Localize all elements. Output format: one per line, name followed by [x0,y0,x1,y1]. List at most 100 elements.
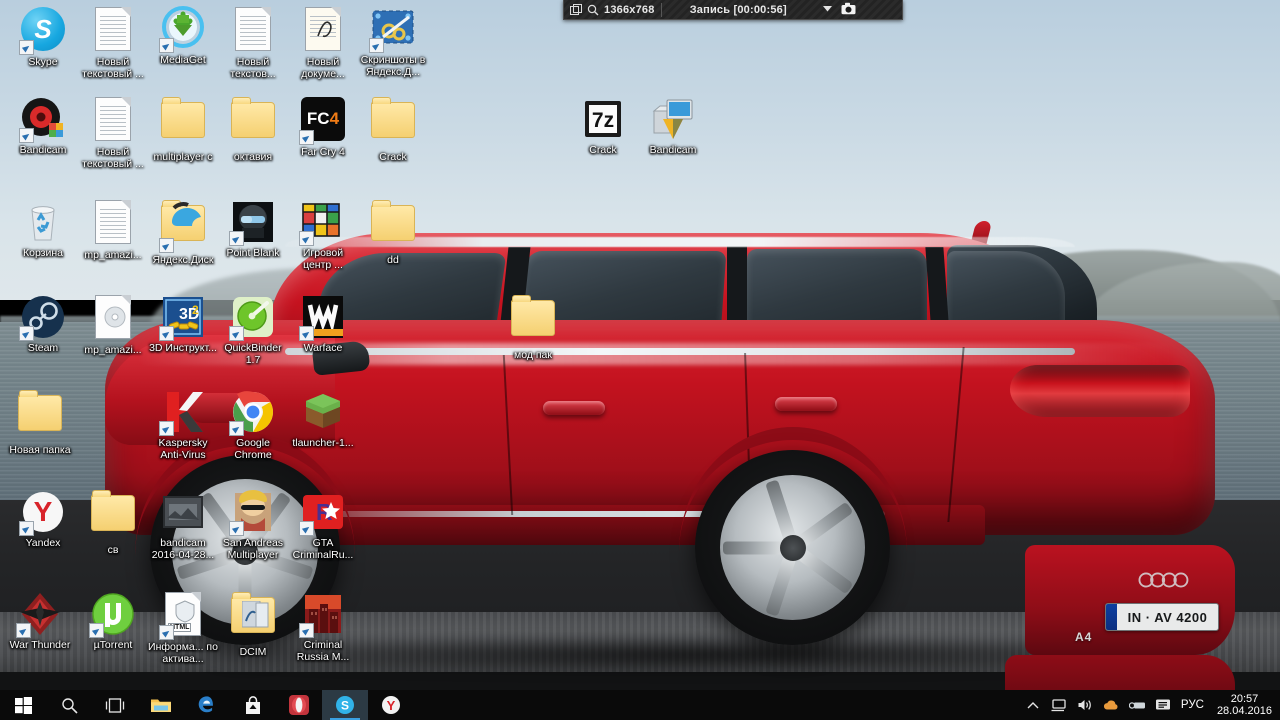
car-rim-rear [720,475,865,620]
clock-date: 28.04.2016 [1216,705,1272,717]
taskbar-edge-button[interactable] [184,690,230,720]
desktop-icon-steam[interactable]: Steam [8,293,78,355]
shortcut-overlay-icon [299,521,314,536]
desktop-icon-folder[interactable]: октавия [218,95,288,164]
folder-icon [229,97,277,150]
desktop-icon-label: Игровой центр ... [302,247,344,271]
desktop-icon-word-document[interactable]: Новый докуме... [288,5,358,80]
file-explorer-icon [151,699,171,712]
desktop-icon-7zip[interactable]: 7z Crack [568,95,638,157]
pause-record-icon[interactable] [861,2,876,17]
video-thumbnail-icon [159,488,207,536]
desktop-icon-text-document[interactable]: mp_amazi... [78,198,148,262]
desktop-icon-label: MediaGet [160,54,206,66]
desktop-icon-html-document[interactable]: HTML Информа... по актива... [148,590,218,665]
desktop-icon-media-document[interactable]: mp_amazi... [78,293,148,357]
car-license-plate: IN · AV 4200 [1105,603,1219,631]
record-icon[interactable] [881,2,896,17]
yandex-disk-tray-icon[interactable] [1103,697,1120,714]
chevron-down-icon[interactable] [821,2,836,17]
kaspersky-icon [159,388,207,436]
magnifier-icon[interactable] [587,4,599,16]
desktop-icon-folder[interactable]: Новая папка [5,388,75,457]
usb-device-icon[interactable] [1128,697,1146,714]
folder-icon [89,490,137,543]
desktop-icon-quickbinder[interactable]: QuickBinder 1.7 [218,293,288,366]
recycle-bin-icon [19,198,67,246]
recorder-controls-seg[interactable] [815,0,902,19]
desktop-icon-utorrent[interactable]: µTorrent [78,590,148,652]
network-icon[interactable] [1051,697,1068,714]
shortcut-overlay-icon [299,326,314,341]
taskbar-file-explorer-button[interactable] [138,690,184,720]
recorder-resolution: 1366x768 [604,3,655,16]
shortcut-overlay-icon [19,521,34,536]
desktop-icon-war-thunder[interactable]: War Thunder [5,590,75,652]
car-door-handle-rear [775,397,837,411]
desktop-icon-point-blank[interactable]: Point Blank [218,198,288,260]
taskbar-yandex-button[interactable]: Y [368,690,414,720]
desktop-icon-label: Yandex [25,537,61,549]
desktop-icon-rockstar[interactable]: R GTA CriminalRu... [288,488,358,561]
taskbar-store-button[interactable] [230,690,276,720]
shortcut-overlay-icon [229,421,244,436]
camera-icon[interactable] [841,2,856,17]
desktop-icon-yandex-disk[interactable]: Яндекс.Диск [148,198,218,267]
desktop-icon-video-thumbnail[interactable]: bandicam 2016-04-28... [148,488,218,561]
clock[interactable]: 20:57 28.04.2016 [1213,693,1272,717]
folder-icon [159,97,207,150]
desktop-icon-yandex-screenshot[interactable]: Скриншоты в Яндекс.Д... [358,5,428,78]
desktop-icon-kaspersky[interactable]: Kaspersky Anti-Virus [148,388,218,461]
volume-icon[interactable] [1077,697,1094,714]
desktop-icon-label: мод пак [514,349,552,361]
shortcut-overlay-icon [16,623,31,638]
action-center-icon[interactable] [1155,697,1172,714]
desktop-icon-folder[interactable]: мод пак [498,293,568,362]
desktop-icon-folder[interactable]: multiplayer с [148,95,218,164]
desktop-icon-samp[interactable]: San Andreas Multiplayer [218,488,288,561]
desktop-icon-minecraft-block[interactable]: tlauncher-1... [288,388,358,450]
desktop-icon-label: Steam [27,342,59,354]
desktop-icon-warface[interactable]: Warface [288,293,358,355]
desktop-icon-folder[interactable]: Crack [358,95,428,164]
taskbar-task-view-button[interactable] [92,690,138,720]
car-hub-rear [779,534,806,561]
desktop-icon-yandex-browser[interactable]: Y Yandex [8,488,78,550]
store-icon [246,695,260,714]
recorder-target-seg[interactable]: 1366x768 [564,0,661,19]
rockstar-icon: R [299,488,347,536]
desktop-icon-folder[interactable]: св [78,488,148,557]
bandicam-recorder-toolbar[interactable]: 1366x768 Запись [00:00:56] [563,0,903,20]
taskbar-search-button[interactable] [46,690,92,720]
desktop-icon-label: Новый текстов... [230,56,276,80]
skype-icon: S [336,696,354,714]
desktop-icon-recycle-bin[interactable]: Корзина [8,198,78,260]
desktop-icon-bandicam-setup[interactable]: Bandicam [638,95,708,157]
desktop-icon-criminal-russia[interactable]: Criminal Russia M... [288,590,358,663]
desktop-icon-bandicam[interactable]: Bandicam [8,95,78,157]
start-button[interactable] [0,690,46,720]
desktop-icon-skype[interactable]: S Skype [8,5,78,69]
chevron-up-icon[interactable] [1025,697,1042,714]
desktop-icon-text-document[interactable]: Новый текстов... [218,5,288,80]
taskbar-skype-button[interactable]: S [322,690,368,720]
desktop-icon-folder-open[interactable]: DCIM [218,590,288,659]
desktop-icon-text-document[interactable]: Новый текстовый ... [78,5,148,80]
desktop-icon-chrome[interactable]: Google Chrome [218,388,288,461]
folder-icon [16,390,64,443]
desktop-icon-3d-instructor[interactable]: 3D 2 3D Инструкт... [148,293,218,355]
shortcut-overlay-icon [229,326,244,341]
window-target-icon[interactable] [570,3,582,16]
desktop-icon-game-center[interactable]: Игровой центр ... [288,198,358,271]
desktop-icon-label: Корзина [23,247,63,259]
shortcut-overlay-icon [229,521,244,536]
car-door-handle-front [543,401,605,415]
windows-logo-icon [14,696,32,714]
desktop-icon-farcry4[interactable]: FC 4 Far Cry 4 [288,95,358,159]
desktop-icon-text-document[interactable]: Новый текстовый ... [78,95,148,170]
desktop-icon-folder[interactable]: dd [358,198,428,267]
desktop-icon-mediaget[interactable]: MediaGet [148,5,218,67]
clock-time: 20:57 [1230,693,1259,705]
taskbar-opera-button[interactable] [276,690,322,720]
language-indicator[interactable]: РУС [1181,699,1204,711]
